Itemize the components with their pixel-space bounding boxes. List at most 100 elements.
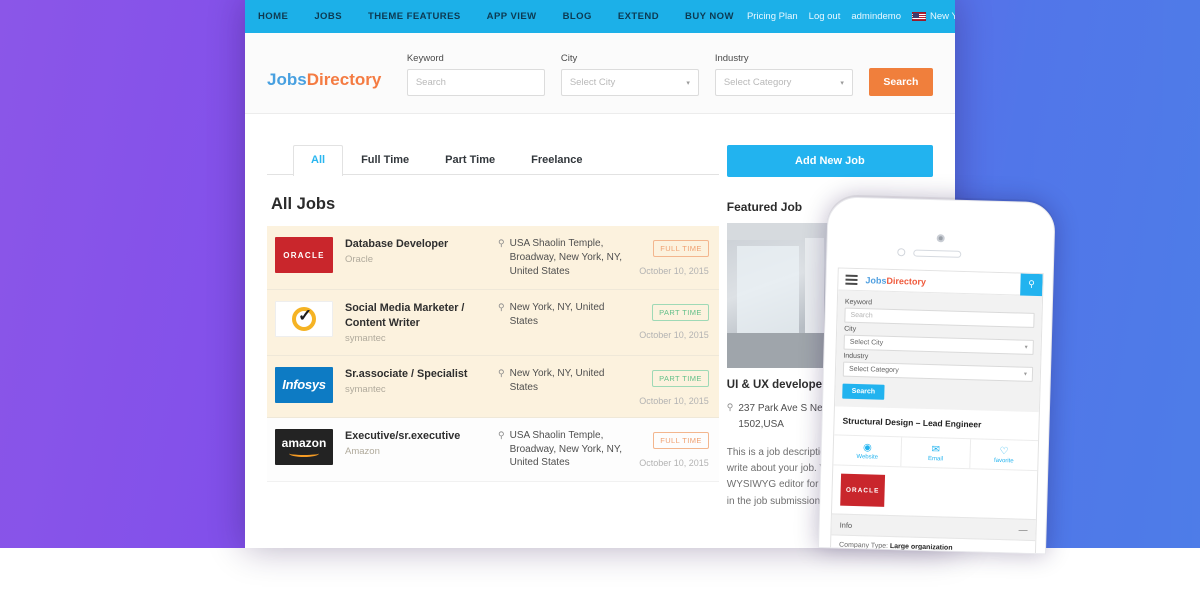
tab-all[interactable]: All — [293, 145, 344, 176]
map-pin-icon[interactable]: ⚲ — [1020, 273, 1043, 296]
job-location: USA Shaolin Temple, Broadway, New York, … — [509, 238, 623, 277]
job-meta: PART TIME October 10, 2015 — [639, 367, 709, 406]
symantec-logo-icon — [275, 301, 333, 338]
job-list-item[interactable]: amazon Executive/sr.executive Amazon ⚲ U… — [267, 417, 719, 483]
pricing-plan-link[interactable]: Pricing Plan — [747, 11, 798, 22]
image-glass-wall — [737, 246, 799, 337]
job-date: October 10, 2015 — [639, 457, 709, 468]
site-logo[interactable]: JobsDirectory — [267, 70, 407, 96]
nav-item-buy-now[interactable]: BUY NOW — [672, 0, 747, 33]
job-title[interactable]: Social Media Marketer / Content Writer — [345, 301, 498, 330]
job-list-item[interactable]: Infosys Sr.associate / Specialist symant… — [267, 355, 719, 418]
favorite-action-label: favorite — [993, 457, 1014, 465]
chevron-down-icon: ▾ — [1024, 344, 1028, 351]
job-location-wrap: ⚲ New York, NY, United States — [498, 367, 630, 406]
add-new-job-button[interactable]: Add New Job — [726, 145, 933, 177]
map-pin-icon: ⚲ — [498, 429, 505, 440]
job-date: October 10, 2015 — [639, 266, 709, 276]
industry-select[interactable]: Select Category ▾ — [714, 69, 853, 96]
search-button[interactable]: Search — [868, 68, 933, 96]
city-label: City — [560, 53, 578, 64]
status-badge: FULL TIME — [653, 240, 709, 257]
city-select[interactable]: Select City ▾ — [560, 69, 699, 96]
top-navigation-bar: HOME JOBS THEME FEATURES APP VIEW BLOG E… — [245, 0, 955, 33]
phone-search-form: Keyword Search City Select City ▾ Indust… — [834, 290, 1043, 413]
job-meta: PART TIME October 10, 2015 — [639, 301, 709, 344]
hamburger-menu-icon[interactable] — [845, 274, 858, 285]
city-select-value: Select City — [569, 77, 616, 88]
logo-part-jobs: Jobs — [267, 70, 307, 89]
job-title[interactable]: Executive/sr.executive — [345, 429, 498, 443]
nav-item-extend[interactable]: EXTEND — [605, 0, 672, 33]
job-date: October 10, 2015 — [639, 395, 709, 406]
job-meta: FULL TIME October 10, 2015 — [639, 237, 709, 278]
job-company: symantec — [345, 332, 386, 344]
phone-industry-select[interactable]: Select Category ▾ — [842, 361, 1034, 382]
job-list-item[interactable]: Social Media Marketer / Content Writer s… — [267, 290, 719, 356]
website-action-label: Website — [856, 454, 879, 461]
chevron-down-icon: ▾ — [686, 79, 690, 87]
email-action-label: Email — [927, 456, 944, 463]
phone-industry-value: Select Category — [848, 365, 899, 375]
phone-screen: JobsDirectory ⚲ Keyword Search City Sele… — [829, 267, 1044, 555]
phone-city-value: Select City — [849, 338, 884, 347]
job-list-item[interactable]: ORACLE Database Developer Oracle ⚲ USA S… — [267, 226, 719, 291]
logout-link[interactable]: Log out — [809, 11, 841, 22]
nav-item-theme-features[interactable]: THEME FEATURES — [355, 0, 474, 33]
phone-speaker-icon — [913, 249, 962, 258]
status-badge: PART TIME — [652, 369, 709, 387]
nav-primary-links: HOME JOBS THEME FEATURES APP VIEW BLOG E… — [245, 0, 747, 33]
amazon-wordmark: amazon — [281, 435, 327, 450]
email-action-button[interactable]: ✉ Email — [901, 437, 971, 469]
phone-info-label: Info — [839, 520, 853, 530]
favorite-action-button[interactable]: ♡ favorite — [970, 439, 1038, 470]
job-location: USA Shaolin Temple, Broadway, New York, … — [509, 429, 623, 469]
job-location: New York, NY, United States — [509, 367, 605, 393]
nav-item-home[interactable]: HOME — [245, 0, 301, 33]
tab-part-time[interactable]: Part Time — [427, 145, 513, 174]
nav-item-app-view[interactable]: APP VIEW — [474, 0, 550, 33]
map-pin-icon: ⚲ — [726, 402, 734, 412]
phone-mockup: JobsDirectory ⚲ Keyword Search City Sele… — [818, 196, 1056, 555]
industry-field-group: Industry Select Category ▾ — [714, 53, 853, 96]
job-company: Amazon — [345, 446, 380, 458]
job-main-info: Executive/sr.executive Amazon — [333, 429, 498, 470]
status-badge: FULL TIME — [653, 431, 709, 449]
phone-keyword-input[interactable]: Search — [844, 307, 1035, 328]
chevron-down-icon: ▾ — [1023, 371, 1028, 378]
city-field-group: City Select City ▾ — [560, 53, 699, 96]
keyword-input[interactable]: Search — [406, 69, 545, 96]
job-company: Oracle — [345, 254, 373, 266]
job-date: October 10, 2015 — [639, 330, 709, 341]
screenshot-stage: HOME JOBS THEME FEATURES APP VIEW BLOG E… — [0, 0, 1200, 600]
map-pin-icon: ⚲ — [498, 238, 505, 248]
tab-full-time[interactable]: Full Time — [343, 145, 427, 174]
keyword-field-group: Keyword Search — [406, 53, 545, 96]
website-action-button[interactable]: ◉ Website — [833, 435, 903, 467]
tab-freelance[interactable]: Freelance — [513, 145, 600, 174]
industry-select-value: Select Category — [723, 77, 792, 88]
amazon-logo-icon: amazon — [275, 428, 333, 465]
job-title[interactable]: Sr.associate / Specialist — [345, 367, 498, 381]
nav-item-blog[interactable]: BLOG — [550, 0, 605, 33]
job-location-wrap: ⚲ USA Shaolin Temple, Broadway, New York… — [498, 429, 630, 470]
job-meta: FULL TIME October 10, 2015 — [639, 429, 709, 470]
job-company: symantec — [345, 384, 386, 396]
keyword-label: Keyword — [406, 53, 444, 64]
phone-logo-part-jobs: Jobs — [865, 274, 887, 286]
job-title[interactable]: Database Developer — [345, 237, 498, 251]
phone-sensor-icon — [897, 248, 906, 257]
job-type-tabs: All Full Time Part Time Freelance — [267, 145, 719, 176]
industry-label: Industry — [714, 53, 749, 64]
oracle-logo-icon: ORACLE — [840, 473, 886, 507]
phone-camera-icon — [936, 234, 945, 243]
phone-city-select[interactable]: Select City ▾ — [843, 334, 1034, 355]
location-selector[interactable]: New York ⌄ — [912, 11, 955, 22]
phone-logo-part-directory: Directory — [886, 275, 927, 287]
status-badge: PART TIME — [652, 304, 709, 322]
phone-site-logo[interactable]: JobsDirectory — [865, 275, 926, 287]
nav-item-jobs[interactable]: JOBS — [301, 0, 355, 33]
phone-search-button[interactable]: Search — [842, 383, 885, 400]
username-link[interactable]: admindemo — [851, 11, 901, 22]
jobs-column: All Full Time Part Time Freelance All Jo… — [267, 145, 719, 510]
